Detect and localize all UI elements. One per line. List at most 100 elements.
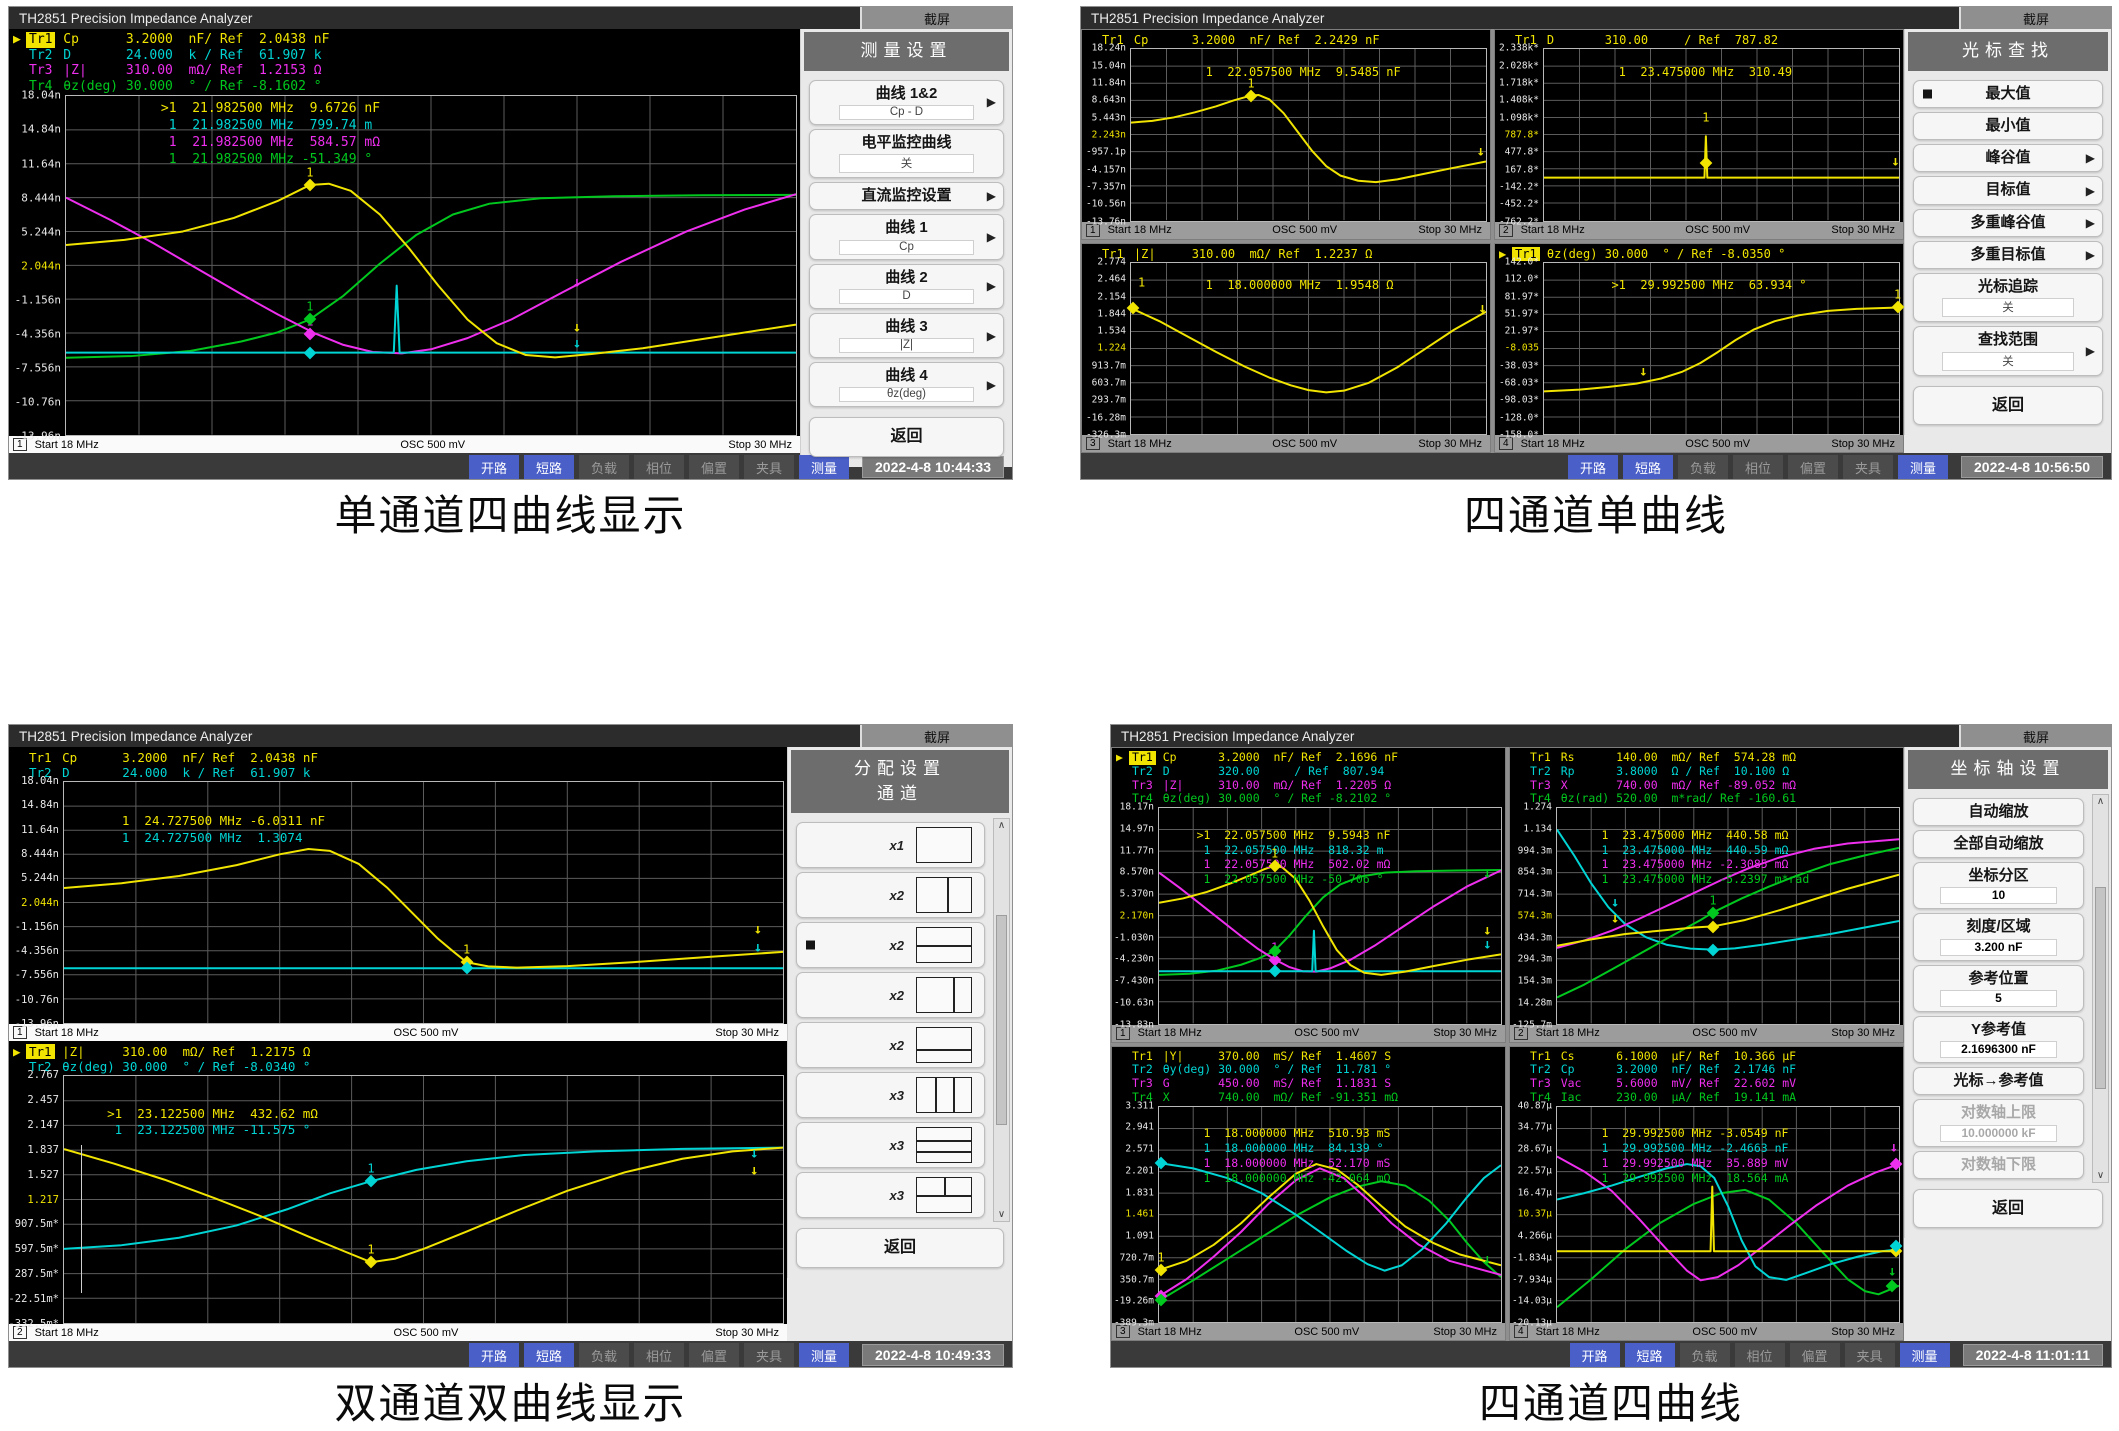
status-button[interactable]: 短路 (1623, 455, 1673, 480)
status-button[interactable]: 测量 (1898, 455, 1948, 480)
menu-scrollbar[interactable]: ∧∨ (993, 818, 1010, 1222)
marker-number[interactable]: 1 (306, 166, 313, 180)
menu-item-label[interactable]: 曲线 2 (814, 268, 999, 288)
trace-name[interactable]: Tr1 (1527, 751, 1554, 765)
osc-level[interactable]: OSC 500 mV (1639, 438, 1796, 450)
stop-frequency[interactable]: Stop 30 MHz (1800, 1326, 1895, 1338)
marker-number[interactable]: 1 (463, 943, 470, 957)
trace-settings[interactable]: Cp 3.2000 nF/ Ref 2.2429 nF (1127, 33, 1380, 47)
marker-readout[interactable]: 1 22.057500 MHz 9.5485 nF (1198, 65, 1400, 81)
reference-arrow-icon[interactable]: ↓ (750, 1163, 758, 1177)
menu-item-value[interactable]: D (839, 289, 974, 304)
trace-row[interactable]: Tr1 Cp 3.2000 nF/ Ref 2.0438 nF (13, 750, 787, 765)
channel-layout-option[interactable]: x2 (796, 872, 985, 918)
trace-settings[interactable]: θz(deg) 30.000 ° / Ref -8.0340 ° (55, 1059, 311, 1074)
active-trace-arrow-icon[interactable] (1116, 765, 1129, 779)
trace-row[interactable]: ▶Tr1 θz(deg) 30.000 ° / Ref -8.0350 ° (1499, 247, 1903, 261)
trace-row[interactable]: Tr2 θz(deg) 30.000 ° / Ref -8.0340 ° (13, 1059, 787, 1074)
y-axis-labels[interactable]: 2.7742.4642.1541.8441.5341.224913.7m603.… (1082, 262, 1130, 435)
trace-name[interactable]: Tr3 (26, 63, 55, 79)
layout-icon-3r[interactable] (916, 1127, 972, 1163)
screenshot-button[interactable]: 截屏 (1959, 725, 2111, 747)
menu-item[interactable]: 自动缩放 (1913, 798, 2084, 826)
chart[interactable]: ▶Tr1 θz(deg) 30.000 ° / Ref -8.0350 °142… (1495, 244, 1903, 453)
trace-row[interactable]: Tr3 Vac 5.6000 mV/ Ref 22.602 mV (1514, 1077, 1903, 1091)
menu-title[interactable]: 分配设置通道 (791, 750, 1009, 813)
menu-item-label[interactable]: 目标值 (1918, 180, 2098, 200)
trace-settings[interactable]: G 450.00 mS/ Ref 1.1831 S (1156, 1077, 1391, 1091)
side-menu[interactable]: 测量设置曲线 1&2Cp - D▶电平监控曲线关直流监控设置▶曲线 1Cp▶曲线… (800, 29, 1012, 467)
x-axis[interactable]: 3Start 18 MHzOSC 500 mVStop 30 MHz (1112, 1323, 1505, 1340)
reference-arrow-icon[interactable]: ↓ (573, 275, 581, 289)
marker-readout[interactable]: 1 21.982500 MHz 799.74 m (161, 118, 380, 135)
osc-level[interactable]: OSC 500 mV (1252, 1027, 1402, 1039)
status-button[interactable]: 开路 (1570, 1343, 1620, 1368)
channel-layout-option[interactable]: x2 (796, 1022, 985, 1068)
menu-item-label[interactable]: 光标→参考值 (1918, 1071, 2079, 1091)
x-axis[interactable]: 1Start 18 MHzOSC 500 mVStop 30 MHz (9, 1024, 787, 1041)
osc-level[interactable]: OSC 500 mV (268, 439, 597, 451)
trace-settings[interactable]: Cs 6.1000 μF/ Ref 10.366 μF (1554, 1050, 1796, 1064)
menu-item[interactable]: 最小值 (1913, 112, 2103, 140)
menu-item[interactable]: 对数轴下限 (1913, 1151, 2084, 1179)
menu-item-label[interactable]: 多重目标值 (1918, 245, 2098, 265)
menu-item-value[interactable]: 5 (1940, 990, 2058, 1007)
trace-row[interactable]: Tr2 Rp 3.8000 Ω / Ref 10.100 Ω (1514, 765, 1903, 779)
chart-cell[interactable]: ▶Tr1 Cp 3.2000 nF/ Ref 2.1696 nF Tr2 D 3… (1111, 747, 1506, 1043)
trace-row[interactable]: Tr4 Iac 230.00 μA/ Ref 19.141 mA (1514, 1091, 1903, 1105)
menu-item-label[interactable]: x2 (890, 938, 904, 953)
trace-row[interactable]: Tr2 D 24.000 k / Ref 61.907 k (13, 48, 800, 64)
chart[interactable]: Tr1 Cp 3.2000 nF/ Ref 2.2429 nF18.24n15.… (1082, 30, 1490, 239)
marker-readout[interactable]: 1 18.000000 MHz -42.064 mΩ (1197, 1171, 1391, 1186)
start-frequency[interactable]: Start 18 MHz (35, 1027, 265, 1039)
trace-name[interactable]: Tr1 (26, 750, 55, 765)
menu-item-value[interactable]: 10.000000 kF (1940, 1125, 2058, 1142)
status-button[interactable]: 夹具 (744, 1343, 794, 1368)
side-menu[interactable]: 坐标轴设置自动缩放全部自动缩放坐标分区10刻度/区域3.200 nF参考位置5Y… (1904, 747, 2111, 1238)
menu-item[interactable]: 最大值 (1913, 80, 2103, 108)
trace-row[interactable]: Tr1 Cp 3.2000 nF/ Ref 2.2429 nF (1086, 33, 1490, 47)
menu-scrollbar[interactable]: ∧∨ (2092, 794, 2109, 1183)
trace-headers[interactable]: Tr1 |Y| 370.00 mS/ Ref 1.4607 S Tr2 θy(d… (1112, 1047, 1505, 1106)
trace-headers[interactable]: ▶Tr1 θz(deg) 30.000 ° / Ref -8.0350 ° (1495, 244, 1903, 262)
menu-item[interactable]: 参考位置5 (1913, 965, 2084, 1012)
y-axis-labels[interactable]: 18.04n14.84n11.64n8.444n5.244n2.044n-1.1… (9, 781, 63, 1024)
y-axis-labels[interactable]: 3.3112.9412.5712.2011.8311.4611.091720.7… (1112, 1106, 1158, 1323)
scroll-down-icon[interactable]: ∨ (998, 1209, 1005, 1220)
active-trace-arrow-icon[interactable] (13, 48, 26, 64)
marker-readout[interactable]: 1 18.000000 MHz 84.139 ° (1197, 1141, 1391, 1156)
trace-settings[interactable]: X 740.00 mΩ/ Ref -91.351 mΩ (1156, 1091, 1398, 1105)
layout-icon-2rb[interactable] (916, 1027, 972, 1063)
submenu-arrow-icon[interactable]: ▶ (987, 230, 996, 244)
status-button[interactable]: 偏置 (1788, 455, 1838, 480)
marker-number[interactable]: 1 (306, 300, 313, 314)
chart[interactable]: Tr1 |Z| 310.00 mΩ/ Ref 1.2237 Ω2.7742.46… (1082, 244, 1490, 453)
trace-row[interactable]: ▶Tr1 Cp 3.2000 nF/ Ref 2.0438 nF (13, 32, 800, 48)
scroll-up-icon[interactable]: ∧ (998, 820, 1005, 831)
menu-item-value[interactable]: 10 (1940, 887, 2058, 904)
stop-frequency[interactable]: Stop 30 MHz (597, 439, 792, 451)
marker-readout[interactable]: 1 23.475000 MHz -5.2397 m*rad (1595, 872, 1810, 887)
channel-layout-option[interactable]: x1 (796, 822, 985, 868)
status-button[interactable]: 短路 (524, 455, 574, 480)
status-button[interactable]: 夹具 (1845, 1343, 1895, 1368)
active-trace-arrow-icon[interactable] (1514, 765, 1527, 779)
menu-item-value[interactable]: 关 (1942, 298, 2074, 317)
menu-item-label[interactable]: 最小值 (1918, 116, 2098, 136)
menu-item[interactable]: 多重目标值▶ (1913, 241, 2103, 269)
chart-plot[interactable]: 1 22.057500 MHz 9.5485 nF1↓ (1130, 48, 1487, 221)
trace-settings[interactable]: Rp 3.8000 Ω / Ref 10.100 Ω (1554, 765, 1789, 779)
trace-row[interactable]: Tr1 Cs 6.1000 μF/ Ref 10.366 μF (1514, 1050, 1903, 1064)
active-trace-arrow-icon[interactable] (1514, 1050, 1527, 1064)
sweep-cursor[interactable] (81, 1145, 82, 1293)
marker-number[interactable]: 1 (1247, 76, 1254, 90)
trace-settings[interactable]: D 24.000 k / Ref 61.907 k (55, 48, 321, 64)
start-frequency[interactable]: Start 18 MHz (1138, 1326, 1252, 1338)
stop-frequency[interactable]: Stop 30 MHz (1383, 438, 1482, 450)
trace-settings[interactable]: |Z| 310.00 mΩ/ Ref 1.2237 Ω (1127, 247, 1373, 261)
marker-readout[interactable]: 1 22.057500 MHz 502.02 mΩ (1197, 857, 1391, 872)
menu-item-label[interactable]: 峰谷值 (1918, 148, 2098, 168)
x-axis[interactable]: 3Start 18 MHzOSC 500 mVStop 30 MHz (1082, 435, 1490, 452)
menu-item[interactable]: 曲线 1Cp▶ (809, 214, 1004, 259)
trace-row[interactable]: Tr2 D 24.000 k / Ref 61.907 k (13, 765, 787, 780)
